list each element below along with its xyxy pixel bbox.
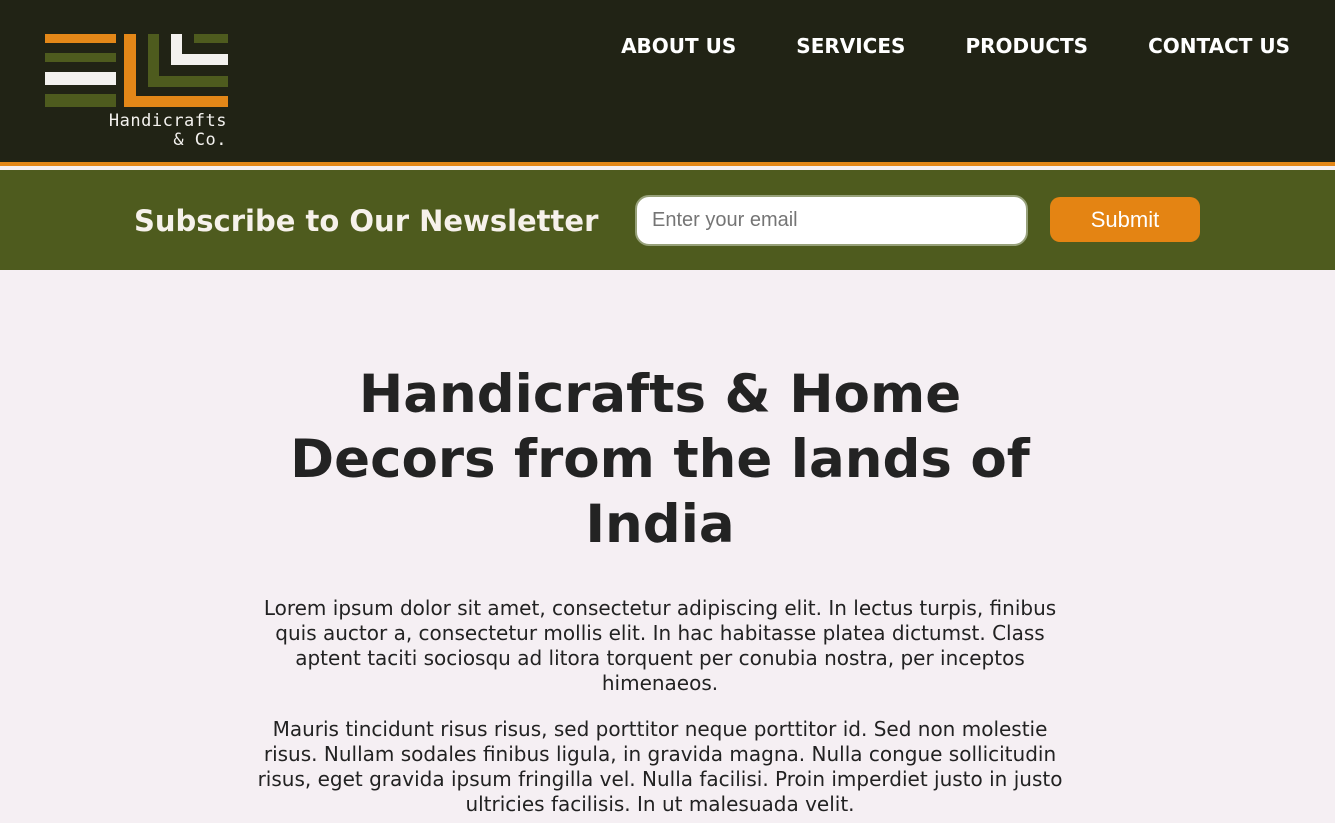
nav-contact-us[interactable]: CONTACT US xyxy=(1148,34,1290,58)
nav-products[interactable]: PRODUCTS xyxy=(965,34,1088,58)
nav-services[interactable]: SERVICES xyxy=(796,34,905,58)
hero-heading: Handicrafts & Home Decors from the lands… xyxy=(290,364,1030,555)
brand-name-line1: Handicrafts xyxy=(108,111,227,131)
brand-name: Handicrafts & Co. xyxy=(45,112,227,150)
submit-button[interactable]: Submit xyxy=(1050,197,1200,242)
newsletter-title: Subscribe to Our Newsletter xyxy=(134,204,599,238)
brand-logo[interactable]: Handicrafts & Co. xyxy=(45,34,230,154)
intro-paragraph-1: Lorem ipsum dolor sit amet, consectetur … xyxy=(263,596,1057,695)
main-nav: ABOUT US SERVICES PRODUCTS CONTACT US xyxy=(621,34,1290,58)
email-input[interactable] xyxy=(635,195,1028,246)
nav-about-us[interactable]: ABOUT US xyxy=(621,34,736,58)
main-content: Handicrafts & Home Decors from the lands… xyxy=(0,270,1335,823)
site-header: Handicrafts & Co. ABOUT US SERVICES PROD… xyxy=(0,0,1335,166)
newsletter-bar: Subscribe to Our Newsletter Submit xyxy=(0,170,1335,270)
brand-name-line2: & Co. xyxy=(173,130,227,150)
intro-paragraph-2: Mauris tincidunt risus risus, sed portti… xyxy=(257,717,1063,816)
brand-logo-icon xyxy=(45,34,228,107)
